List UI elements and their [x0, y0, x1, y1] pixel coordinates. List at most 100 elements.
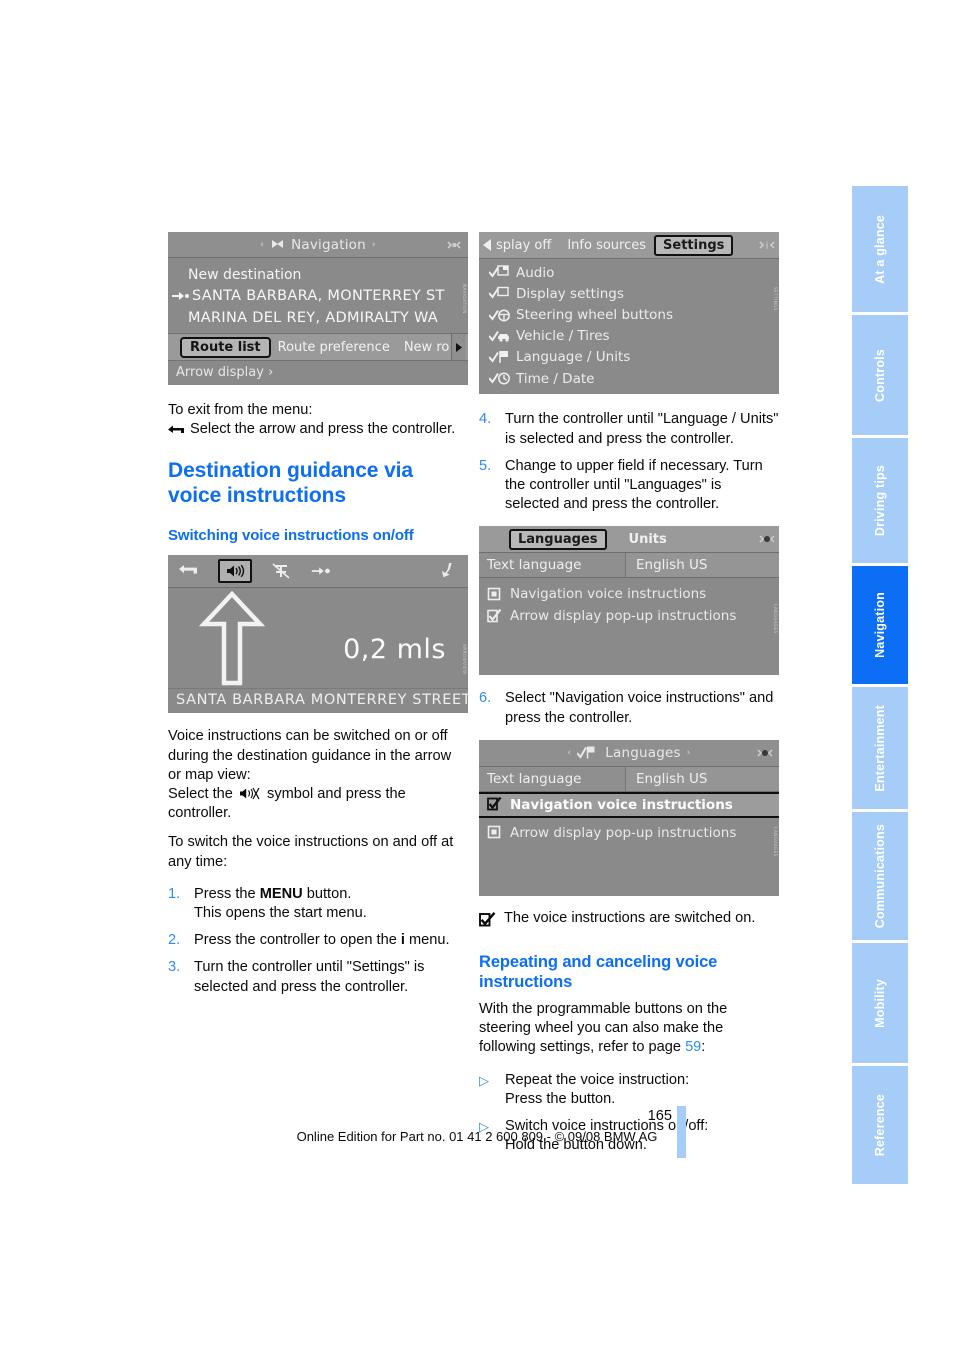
settings-item-label: Display settings — [516, 285, 624, 302]
bullet-line-2: Press the button. — [505, 1090, 616, 1107]
settings-item-language-units[interactable]: Language / Units — [479, 347, 779, 368]
paragraph-1: Voice instructions can be switched on or… — [168, 728, 452, 783]
menu-button-label: MENU — [259, 885, 303, 902]
settings-item-time-date[interactable]: Time / Date — [479, 368, 779, 389]
settings-item-label: Time / Date — [516, 370, 595, 387]
page-number: 165 — [647, 1108, 672, 1124]
settings-item-label: Language / Units — [516, 349, 631, 366]
option-arrow-display-popup[interactable]: Arrow display pop-up instructions — [479, 605, 779, 627]
result-note: The voice instructions are switched on. — [479, 909, 779, 928]
step-text-post: menu. — [404, 932, 450, 949]
turn-arrow-icon — [442, 563, 452, 578]
option-arrow-display-popup[interactable]: Arrow display pop-up instructions — [479, 822, 779, 844]
sidebar-tab-label: Communications — [873, 823, 887, 929]
sidebar-tab-communications[interactable]: Communications — [852, 812, 908, 940]
option-label: Navigation voice instructions — [510, 796, 733, 813]
title-left-arrow-icon: ‹ — [567, 747, 572, 758]
sidebar-tab-reference[interactable]: Reference — [852, 1066, 908, 1184]
languages-tab[interactable]: Languages — [509, 528, 607, 550]
option-navigation-voice-instructions[interactable]: Navigation voice instructions — [479, 791, 779, 818]
scroll-left-icon[interactable] — [483, 239, 491, 251]
checkbox-unchecked-icon — [487, 587, 502, 602]
sidebar-tab-at-a-glance[interactable]: At a glance — [852, 186, 908, 312]
step-number: 1. — [168, 885, 181, 902]
destination-list: New destination SANTA BARBARA, MONTERREY… — [168, 258, 468, 333]
steps-list-right-top: 4. Turn the controller until "Language /… — [479, 410, 779, 514]
sidebar-tab-driving-tips[interactable]: Driving tips — [852, 438, 908, 563]
option-label: Arrow display pop-up instructions — [510, 824, 737, 841]
joystick-icon — [757, 749, 773, 757]
settings-item-label: Audio — [516, 264, 555, 281]
sidebar-tab-label: Driving tips — [873, 464, 887, 537]
title-right-arrow-icon: › — [686, 747, 691, 758]
step-item: 1. Press the MENU button. This opens the… — [168, 885, 468, 923]
mid-title-bar: ‹ Navigation › — [168, 232, 468, 258]
display-off-tab[interactable]: splay off — [496, 236, 559, 255]
paragraph-2-pre: Select the — [168, 786, 233, 803]
return-icon[interactable] — [178, 562, 200, 580]
step-text: Press the MENU button. This opens the st… — [194, 885, 468, 923]
text-language-label: Text language — [487, 770, 582, 787]
step-number: 5. — [479, 457, 492, 474]
step-item: 4. Turn the controller until "Language /… — [479, 410, 779, 448]
sidebar-tab-label: Mobility — [873, 978, 887, 1028]
sidebar-tab-entertainment[interactable]: Entertainment — [852, 687, 908, 809]
destination-text: SANTA BARBARA, MONTERREY ST — [192, 288, 445, 304]
steps-list-left: 1. Press the MENU button. This opens the… — [168, 885, 468, 997]
programmable-buttons-paragraph: With the programmable buttons on the ste… — [479, 1000, 779, 1058]
route-preference-button[interactable]: Route preference — [271, 340, 397, 355]
street-name: SANTA BARBARA MONTERREY STREET — [168, 688, 468, 714]
new-route-button[interactable]: New ro — [397, 340, 450, 355]
settings-tab[interactable]: Settings — [654, 234, 734, 256]
page-reference-link[interactable]: 59 — [685, 1039, 701, 1055]
info-sources-tab[interactable]: Info sources — [559, 236, 654, 255]
settings-item-steering-wheel-buttons[interactable]: Steering wheel buttons — [479, 304, 779, 325]
text-language-value: English US — [625, 766, 779, 791]
step-text: Turn the controller until "Settings" is … — [194, 959, 425, 995]
destination-icon[interactable] — [310, 562, 332, 580]
step-item: 3. Turn the controller until "Settings" … — [168, 958, 468, 996]
empty-area — [479, 844, 779, 896]
step-text-post: button. — [302, 885, 352, 902]
step-text: Turn the controller until "Language / Un… — [505, 411, 779, 447]
flag-icon — [577, 746, 595, 759]
mid-title: ‹ Navigation › — [260, 237, 375, 253]
step-item: 2. Press the controller to open the i me… — [168, 931, 468, 950]
step-item: 6. Select "Navigation voice instructions… — [479, 689, 779, 727]
text-language-row[interactable]: Text language English US — [479, 553, 779, 579]
navigation-destination-screenshot: ‹ Navigation › New destination SANTA BAR… — [168, 232, 468, 385]
paragraph-with-link: With the programmable buttons on the ste… — [479, 1000, 779, 1058]
new-destination-label: New destination — [188, 267, 302, 283]
arrow-display-row[interactable]: Arrow display › — [168, 360, 468, 385]
sidebar-tab-label: At a glance — [873, 214, 887, 284]
page-heading: Destination guidance via voice instructi… — [168, 459, 413, 508]
sidebar-tab-mobility[interactable]: Mobility — [852, 943, 908, 1063]
units-tab[interactable]: Units — [621, 530, 675, 549]
text-language-row[interactable]: Text language English US — [479, 766, 779, 792]
sidebar-tab-controls[interactable]: Controls — [852, 315, 908, 435]
speaker-off-icon — [239, 787, 260, 800]
clock-icon — [488, 371, 510, 386]
route-list-button[interactable]: Route list — [180, 336, 271, 358]
settings-tab-bar: splay off Info sources Settings i — [479, 232, 779, 259]
speaker-on-icon[interactable] — [218, 559, 252, 584]
scroll-right-icon[interactable] — [451, 334, 466, 360]
current-destination-arrow-icon — [172, 292, 189, 300]
destination-row[interactable]: MARINA DEL REY, ADMIRALTY WA — [168, 307, 468, 329]
step-number: 2. — [168, 932, 181, 949]
settings-item-audio[interactable]: Audio — [479, 262, 779, 283]
distance-value: 0,2 mls — [343, 634, 446, 666]
no-traffic-icon[interactable] — [270, 562, 292, 580]
settings-item-vehicle-tires[interactable]: Vehicle / Tires — [479, 326, 779, 347]
sidebar-tab-navigation[interactable]: Navigation — [852, 566, 908, 684]
voice-intro-paragraph: Voice instructions can be switched on or… — [168, 727, 468, 871]
empty-area — [479, 627, 779, 675]
settings-item-display-settings[interactable]: Display settings — [479, 283, 779, 304]
arrow-view-screenshot: 0,2 mls SANTA BARBARA MONTERREY STREET A… — [168, 555, 468, 714]
destination-row-current[interactable]: SANTA BARBARA, MONTERREY ST — [168, 285, 468, 307]
paragraph-post: : — [701, 1039, 706, 1056]
right-column: splay off Info sources Settings i Audio … — [479, 232, 779, 1163]
option-navigation-voice-instructions[interactable]: Navigation voice instructions — [479, 583, 779, 605]
sidebar-tab-label: Entertainment — [873, 704, 887, 792]
steps-list-right-step6: 6. Select "Navigation voice instructions… — [479, 689, 779, 727]
